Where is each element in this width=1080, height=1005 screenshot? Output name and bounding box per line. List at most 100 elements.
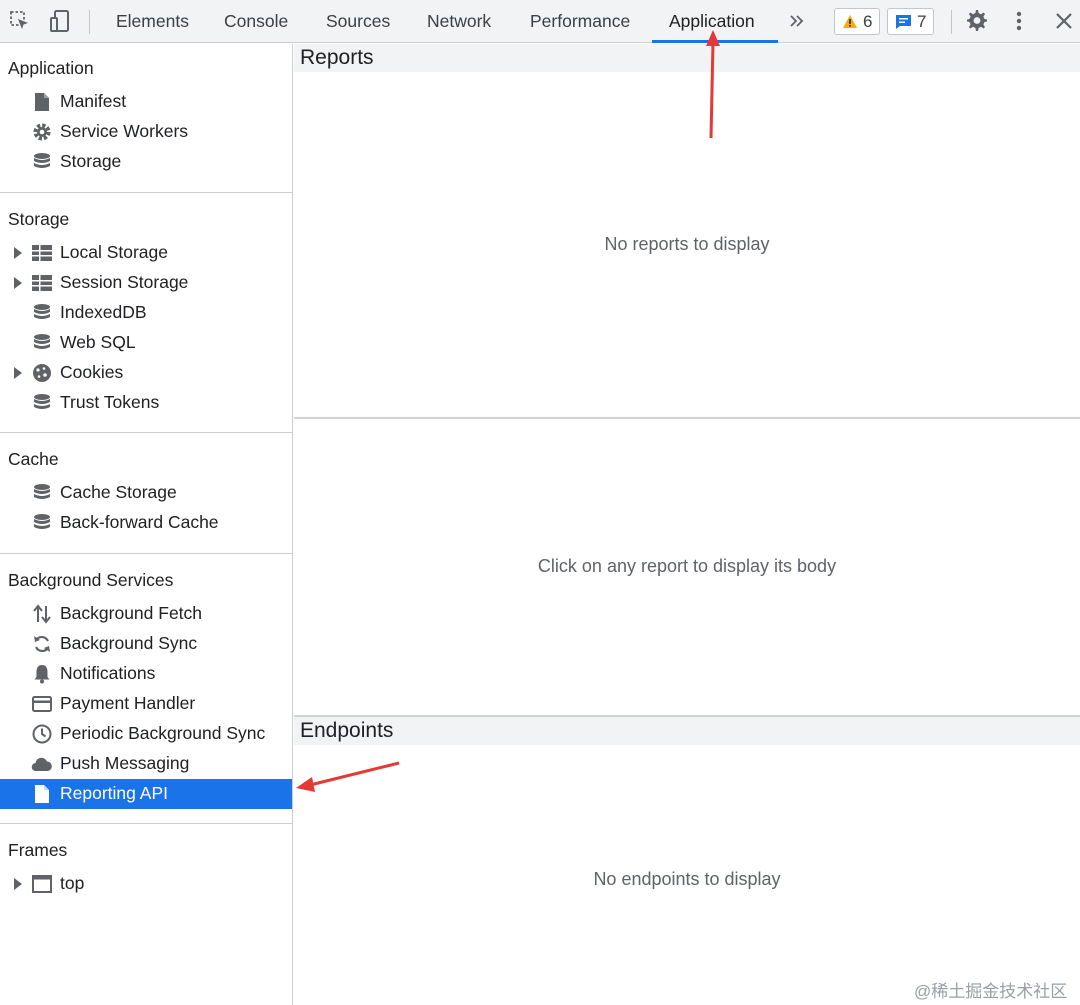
document-icon: [31, 91, 53, 113]
more-options-icon[interactable]: [1006, 8, 1032, 34]
tab-sources[interactable]: Sources: [326, 0, 390, 43]
sidebar-item-reporting-api[interactable]: Reporting API: [0, 779, 292, 809]
toolbar-divider: [951, 10, 952, 34]
endpoints-empty-message: No endpoints to display: [593, 869, 781, 889]
section-title-application: Application: [8, 58, 94, 78]
expand-arrow-icon[interactable]: [14, 878, 22, 890]
sidebar-item-background-fetch[interactable]: Background Fetch: [0, 599, 292, 629]
sidebar-item-label: Periodic Background Sync: [60, 723, 266, 743]
cloud-icon: [31, 753, 53, 775]
sidebar-item-cache-storage[interactable]: Cache Storage: [0, 478, 292, 508]
sidebar-item-frame-top[interactable]: top: [0, 869, 292, 899]
inspect-element-icon[interactable]: [7, 8, 33, 34]
message-icon: [896, 14, 911, 29]
reports-empty-message: No reports to display: [604, 234, 770, 254]
document-icon: [31, 783, 53, 805]
sidebar-item-label: Web SQL: [60, 332, 136, 352]
endpoints-header: Endpoints: [294, 717, 1080, 745]
sidebar-item-web-sql[interactable]: Web SQL: [0, 328, 292, 358]
database-icon: [31, 332, 53, 354]
sidebar-item-notifications[interactable]: Notifications: [0, 659, 292, 689]
sidebar-item-label: Cookies: [60, 362, 124, 382]
tab-performance[interactable]: Performance: [530, 0, 630, 43]
sidebar-item-manifest[interactable]: Manifest: [0, 87, 292, 117]
messages-count: 7: [917, 11, 927, 31]
sidebar-item-indexeddb[interactable]: IndexedDB: [0, 298, 292, 328]
sidebar-item-label: Service Workers: [60, 121, 189, 141]
sidebar-item-push-messaging[interactable]: Push Messaging: [0, 749, 292, 779]
database-icon: [31, 392, 53, 414]
tab-elements[interactable]: Elements: [116, 0, 189, 43]
section-title-cache: Cache: [8, 449, 59, 469]
sidebar-item-label: Manifest: [60, 91, 127, 111]
database-icon: [31, 151, 53, 173]
sidebar-item-label: Background Sync: [60, 633, 198, 653]
grid-icon: [31, 272, 53, 294]
sidebar-item-label: Storage: [60, 151, 122, 171]
up-down-arrows-icon: [31, 603, 53, 625]
application-sidebar: Application Manifest Service Workers Sto…: [0, 44, 293, 1005]
sidebar-item-label: Background Fetch: [60, 603, 203, 623]
warnings-badge[interactable]: 6: [834, 8, 881, 35]
expand-arrow-icon[interactable]: [14, 247, 22, 259]
sidebar-item-storage-overview[interactable]: Storage: [0, 147, 292, 177]
report-body-placeholder: Click on any report to display its body: [537, 556, 837, 576]
database-icon: [31, 512, 53, 534]
close-icon[interactable]: [1051, 8, 1077, 34]
sidebar-item-label: Local Storage: [60, 242, 168, 262]
sidebar-item-label: Push Messaging: [60, 753, 190, 773]
bell-icon: [31, 663, 53, 685]
sidebar-item-background-sync[interactable]: Background Sync: [0, 629, 292, 659]
tab-network[interactable]: Network: [427, 0, 491, 43]
sidebar-item-service-workers[interactable]: Service Workers: [0, 117, 292, 147]
sync-icon: [31, 633, 53, 655]
sidebar-item-label: Notifications: [60, 663, 156, 683]
settings-gear-icon[interactable]: [964, 8, 990, 34]
sidebar-item-payment-handler[interactable]: Payment Handler: [0, 689, 292, 719]
active-tab-indicator: [652, 40, 778, 43]
sidebar-item-label: Reporting API: [60, 783, 168, 803]
section-divider: [0, 823, 293, 824]
cookie-icon: [31, 362, 53, 384]
warnings-count: 6: [863, 11, 873, 31]
toolbar-divider: [89, 10, 90, 34]
sidebar-item-periodic-background-sync[interactable]: Periodic Background Sync: [0, 719, 292, 749]
sidebar-item-label: Cache Storage: [60, 482, 177, 502]
sidebar-item-label: top: [60, 873, 85, 893]
section-title-storage: Storage: [8, 209, 70, 229]
section-divider: [0, 192, 293, 193]
tab-application[interactable]: Application: [669, 0, 755, 43]
section-divider: [0, 553, 293, 554]
devtools-toolbar: Elements Console Sources Network Perform…: [0, 0, 1080, 43]
warning-icon: [843, 15, 857, 28]
expand-arrow-icon[interactable]: [14, 367, 22, 379]
more-tabs-icon[interactable]: [784, 8, 810, 34]
card-icon: [31, 693, 53, 715]
frame-icon: [31, 873, 53, 895]
tab-console[interactable]: Console: [224, 0, 288, 43]
sidebar-item-trust-tokens[interactable]: Trust Tokens: [0, 388, 292, 418]
messages-badge[interactable]: 7: [887, 8, 935, 35]
split-divider[interactable]: [294, 417, 1080, 419]
sidebar-item-session-storage[interactable]: Session Storage: [0, 268, 292, 298]
section-title-background-services: Background Services: [8, 570, 174, 590]
sidebar-item-label: Trust Tokens: [60, 392, 160, 412]
gear-icon: [31, 121, 53, 143]
database-icon: [31, 482, 53, 504]
sidebar-item-label: IndexedDB: [60, 302, 147, 322]
section-divider: [0, 432, 293, 433]
reports-header: Reports: [294, 44, 1080, 72]
watermark: @稀土掘金技术社区: [914, 982, 1068, 1001]
sidebar-item-cookies[interactable]: Cookies: [0, 358, 292, 388]
database-icon: [31, 302, 53, 324]
reporting-api-panel: Reports No reports to display Click on a…: [294, 44, 1080, 1005]
section-title-frames: Frames: [8, 840, 68, 860]
sidebar-item-back-forward-cache[interactable]: Back-forward Cache: [0, 508, 292, 538]
sidebar-item-label: Session Storage: [60, 272, 189, 292]
sidebar-item-label: Back-forward Cache: [60, 512, 219, 532]
device-toolbar-icon[interactable]: [47, 8, 73, 34]
grid-icon: [31, 242, 53, 264]
sidebar-item-label: Payment Handler: [60, 693, 196, 713]
expand-arrow-icon[interactable]: [14, 277, 22, 289]
sidebar-item-local-storage[interactable]: Local Storage: [0, 238, 292, 268]
